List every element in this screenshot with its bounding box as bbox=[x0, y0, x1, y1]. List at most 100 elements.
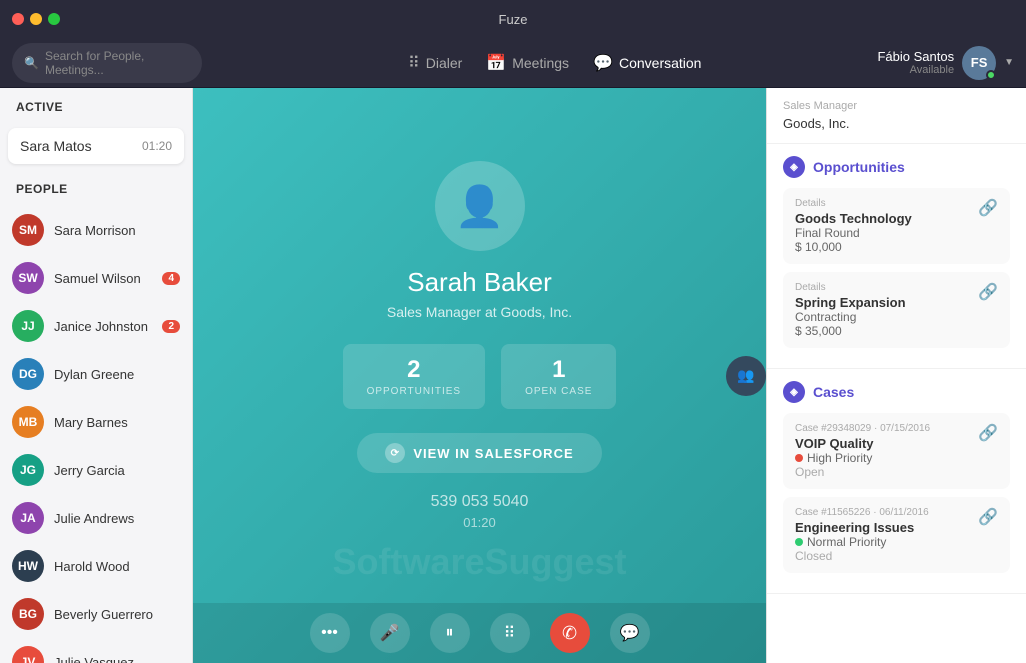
more-options-button[interactable]: ••• bbox=[310, 613, 350, 653]
chevron-down-icon[interactable]: ▼ bbox=[1004, 57, 1014, 68]
list-item[interactable]: SW Samuel Wilson 4 bbox=[0, 254, 192, 302]
people-label: People bbox=[16, 182, 176, 196]
list-item[interactable]: JG Jerry Garcia bbox=[0, 446, 192, 494]
opportunity-card: Details Spring Expansion Contracting $ 3… bbox=[783, 272, 1010, 348]
person-avatar: JJ bbox=[12, 310, 44, 342]
nav-meetings[interactable]: 📅 Meetings bbox=[486, 53, 569, 73]
opportunity-info: Details Goods Technology Final Round $ 1… bbox=[795, 198, 978, 254]
opportunities-icon: ◈ bbox=[783, 156, 805, 178]
list-item[interactable]: SM Sara Morrison bbox=[0, 206, 192, 254]
person-avatar: SW bbox=[12, 262, 44, 294]
list-item[interactable]: BG Beverly Guerrero bbox=[0, 590, 192, 638]
nav-items: ⠿ Dialer 📅 Meetings 💬 Conversation bbox=[232, 53, 877, 73]
sidebar: Active Sara Matos 01:20 People SM Sara M… bbox=[0, 88, 193, 663]
maximize-button[interactable] bbox=[48, 13, 60, 25]
person-avatar: HW bbox=[12, 550, 44, 582]
message-icon: 💬 bbox=[620, 623, 640, 643]
person-name: Sara Morrison bbox=[54, 223, 180, 238]
call-area: 👤 Sarah Baker Sales Manager at Goods, In… bbox=[193, 88, 766, 663]
opportunities-list: Details Goods Technology Final Round $ 1… bbox=[783, 188, 1010, 348]
minimize-button[interactable] bbox=[30, 13, 42, 25]
caller-title: Sales Manager at Goods, Inc. bbox=[387, 304, 572, 320]
caller-name: Sarah Baker bbox=[407, 267, 552, 298]
priority-label: Normal Priority bbox=[807, 535, 886, 549]
person-avatar: JV bbox=[12, 646, 44, 663]
window-controls[interactable] bbox=[12, 13, 60, 25]
person-name: Beverly Guerrero bbox=[54, 607, 180, 622]
active-call-item[interactable]: Sara Matos 01:20 bbox=[8, 128, 184, 164]
case-status: Closed bbox=[795, 549, 978, 563]
meetings-label: Meetings bbox=[512, 55, 569, 71]
list-item[interactable]: JV Julie Vasquez bbox=[0, 638, 192, 663]
person-avatar: JG bbox=[12, 454, 44, 486]
opportunity-info: Details Spring Expansion Contracting $ 3… bbox=[795, 282, 978, 338]
salesforce-icon: ⟳ bbox=[385, 443, 405, 463]
list-item[interactable]: MB Mary Barnes bbox=[0, 398, 192, 446]
people-list: SM Sara Morrison SW Samuel Wilson 4 JJ J… bbox=[0, 206, 192, 663]
case-info: Case #11565226 · 06/11/2016 Engineering … bbox=[795, 507, 978, 563]
hold-button[interactable]: ⏸ bbox=[430, 613, 470, 653]
person-name: Dylan Greene bbox=[54, 367, 180, 382]
link-icon[interactable]: 🔗 bbox=[978, 282, 998, 302]
active-call-time: 01:20 bbox=[142, 139, 172, 153]
priority-dot bbox=[795, 538, 803, 546]
keypad-button[interactable]: ⠿ bbox=[490, 613, 530, 653]
cases-section: ◈ Cases Case #29348029 · 07/15/2016 VOIP… bbox=[767, 369, 1026, 594]
person-name: Mary Barnes bbox=[54, 415, 180, 430]
link-icon[interactable]: 🔗 bbox=[978, 198, 998, 218]
case-meta: Case #29348029 · 07/15/2016 bbox=[795, 423, 978, 434]
list-item[interactable]: JA Julie Andrews bbox=[0, 494, 192, 542]
conversation-icon: 💬 bbox=[593, 53, 613, 73]
person-avatar: BG bbox=[12, 598, 44, 630]
person-name: Jerry Garcia bbox=[54, 463, 180, 478]
person-avatar: SM bbox=[12, 214, 44, 246]
user-area: Fábio Santos Available FS ▼ bbox=[877, 46, 1014, 80]
contact-icon: 👥 bbox=[737, 367, 754, 384]
user-avatar-container[interactable]: FS bbox=[962, 46, 996, 80]
case-card: Case #29348029 · 07/15/2016 VOIP Quality… bbox=[783, 413, 1010, 489]
mute-icon: 🎤 bbox=[380, 623, 400, 643]
nav-dialer[interactable]: ⠿ Dialer bbox=[408, 53, 462, 73]
case-link-icon[interactable]: 🔗 bbox=[978, 507, 998, 527]
open-case-stat: 1 OPEN CASE bbox=[501, 344, 616, 409]
opportunities-title-row: ◈ Opportunities bbox=[783, 156, 1010, 178]
navbar: 🔍 Search for People, Meetings... ⠿ Diale… bbox=[0, 38, 1026, 88]
case-priority: Normal Priority bbox=[795, 535, 978, 549]
opportunity-detail-label: Details bbox=[795, 282, 978, 293]
opportunity-amount: $ 35,000 bbox=[795, 324, 978, 338]
opportunity-card: Details Goods Technology Final Round $ 1… bbox=[783, 188, 1010, 264]
calendar-icon: 📅 bbox=[486, 53, 506, 73]
app-title: Fuze bbox=[499, 12, 528, 27]
active-section: Active bbox=[0, 88, 192, 122]
person-name: Harold Wood bbox=[54, 559, 180, 574]
contact-sidebar-button[interactable]: 👥 bbox=[726, 356, 766, 396]
case-meta: Case #11565226 · 06/11/2016 bbox=[795, 507, 978, 518]
person-name: Julie Vasquez bbox=[54, 655, 180, 663]
mute-button[interactable]: 🎤 bbox=[370, 613, 410, 653]
end-call-button[interactable]: ✆ bbox=[550, 613, 590, 653]
call-controls: ••• 🎤 ⏸ ⠿ ✆ 💬 bbox=[193, 603, 766, 663]
message-button[interactable]: 💬 bbox=[610, 613, 650, 653]
nav-conversation[interactable]: 💬 Conversation bbox=[593, 53, 701, 73]
caller-avatar-icon: 👤 bbox=[455, 183, 505, 230]
close-button[interactable] bbox=[12, 13, 24, 25]
salesforce-btn-label: VIEW IN SALESFORCE bbox=[413, 446, 573, 461]
open-case-number: 1 bbox=[525, 356, 592, 384]
list-item[interactable]: HW Harold Wood bbox=[0, 542, 192, 590]
more-icon: ••• bbox=[321, 624, 338, 642]
case-name: Engineering Issues bbox=[795, 520, 978, 535]
case-link-icon[interactable]: 🔗 bbox=[978, 423, 998, 443]
search-box[interactable]: 🔍 Search for People, Meetings... bbox=[12, 43, 202, 83]
case-status: Open bbox=[795, 465, 978, 479]
cases-title-row: ◈ Cases bbox=[783, 381, 1010, 403]
person-avatar: MB bbox=[12, 406, 44, 438]
call-duration: 01:20 bbox=[463, 515, 496, 530]
contact-title-section: Sales Manager Goods, Inc. bbox=[767, 88, 1026, 144]
case-name: VOIP Quality bbox=[795, 436, 978, 451]
opportunity-name: Spring Expansion bbox=[795, 295, 978, 310]
job-title-label: Sales Manager bbox=[783, 100, 1010, 112]
search-icon: 🔍 bbox=[24, 56, 39, 70]
list-item[interactable]: JJ Janice Johnston 2 bbox=[0, 302, 192, 350]
list-item[interactable]: DG Dylan Greene bbox=[0, 350, 192, 398]
salesforce-button[interactable]: ⟳ VIEW IN SALESFORCE bbox=[357, 433, 601, 473]
